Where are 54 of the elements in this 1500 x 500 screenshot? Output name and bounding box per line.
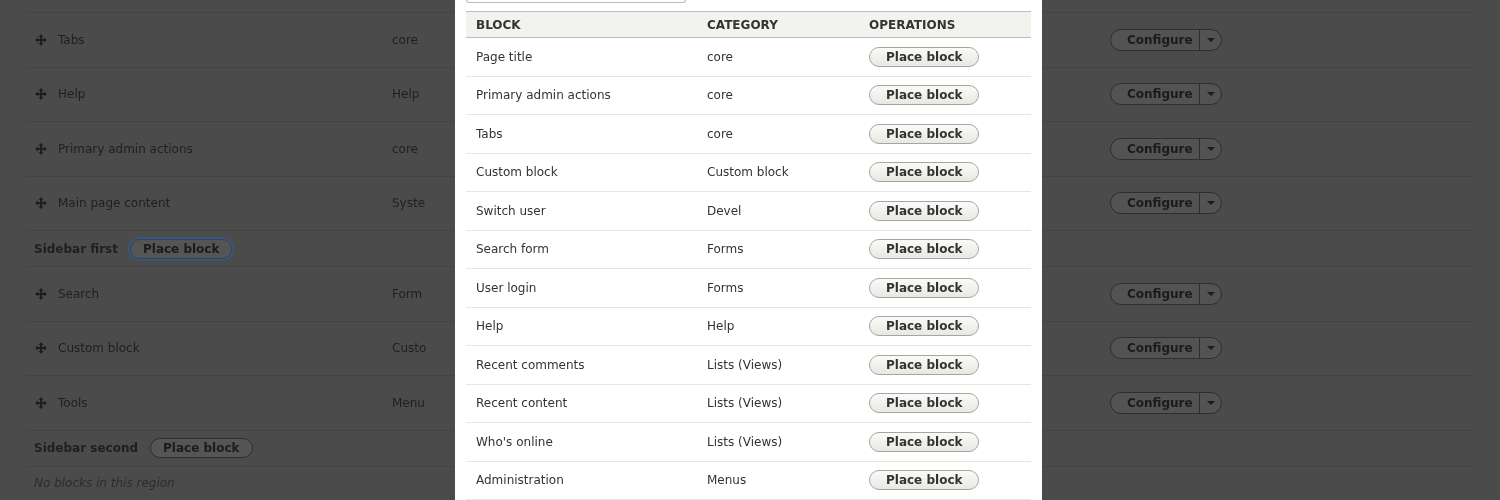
block-name: Tabs	[475, 126, 504, 141]
block-name: Search form	[475, 242, 551, 257]
block-name: Primary admin actions	[475, 88, 612, 103]
caret-icon	[1206, 146, 1215, 151]
block-name: Switch user	[475, 203, 547, 218]
column-header: CATEGORY	[707, 17, 779, 32]
block-name: User login	[475, 280, 538, 295]
block-category: Lists (Views)	[707, 434, 784, 449]
column-header: BLOCK	[475, 17, 522, 32]
block-category: Custom block	[707, 165, 790, 180]
block-name: Who's online	[475, 434, 554, 449]
place-block-button[interactable]: Place block	[869, 200, 980, 221]
place-block-button[interactable]: Place block	[869, 162, 980, 183]
place-block-button[interactable]: Place block	[869, 239, 980, 260]
caret-icon	[1206, 92, 1215, 97]
block-category: Lists (Views)	[707, 396, 784, 411]
drag-handle-icon[interactable]	[35, 197, 47, 210]
drag-handle-icon[interactable]	[35, 88, 47, 101]
block-category: core	[707, 126, 734, 141]
drag-handle-icon[interactable]	[35, 287, 47, 300]
block-name: Help	[475, 319, 505, 334]
block-category: Lists (Views)	[707, 357, 784, 372]
block-category: core	[707, 88, 734, 103]
caret-icon	[1206, 291, 1215, 296]
block-name: Recent content	[475, 396, 569, 411]
block-category: Forms	[707, 280, 745, 295]
caret-icon	[1206, 201, 1215, 206]
caret-icon	[1206, 37, 1215, 42]
block-name: Recent comments	[475, 357, 586, 372]
caret-icon	[1206, 400, 1215, 405]
column-header: OPERATIONS	[869, 17, 956, 32]
place-block-button[interactable]: Place block	[869, 123, 980, 144]
block-category: Menus	[707, 473, 748, 488]
block-category: core	[707, 49, 734, 64]
caret-icon	[1206, 346, 1215, 351]
place-block-button[interactable]: Place block	[869, 354, 980, 375]
block-name: Custom block	[475, 165, 559, 180]
drag-handle-icon[interactable]	[35, 33, 47, 46]
place-block-button[interactable]: Place block	[869, 393, 980, 414]
drag-handle-icon[interactable]	[35, 142, 47, 155]
block-name: Page title	[475, 49, 534, 64]
place-block-button[interactable]: Place block	[869, 470, 980, 491]
drag-handle-icon[interactable]	[35, 342, 47, 355]
place-block-button[interactable]: Place block	[869, 316, 980, 337]
place-block-button[interactable]: Place block	[869, 85, 980, 106]
block-name: Administration	[475, 473, 565, 488]
drag-handle-icon[interactable]	[35, 396, 47, 409]
place-block-button[interactable]: Place block	[869, 46, 980, 67]
block-category: Devel	[707, 203, 743, 218]
block-category: Help	[707, 319, 736, 334]
block-category: Forms	[707, 242, 745, 257]
filter-field[interactable]	[466, 0, 686, 4]
place-block-button[interactable]: Place block	[869, 277, 980, 298]
place-block-button[interactable]: Place block	[869, 431, 980, 452]
